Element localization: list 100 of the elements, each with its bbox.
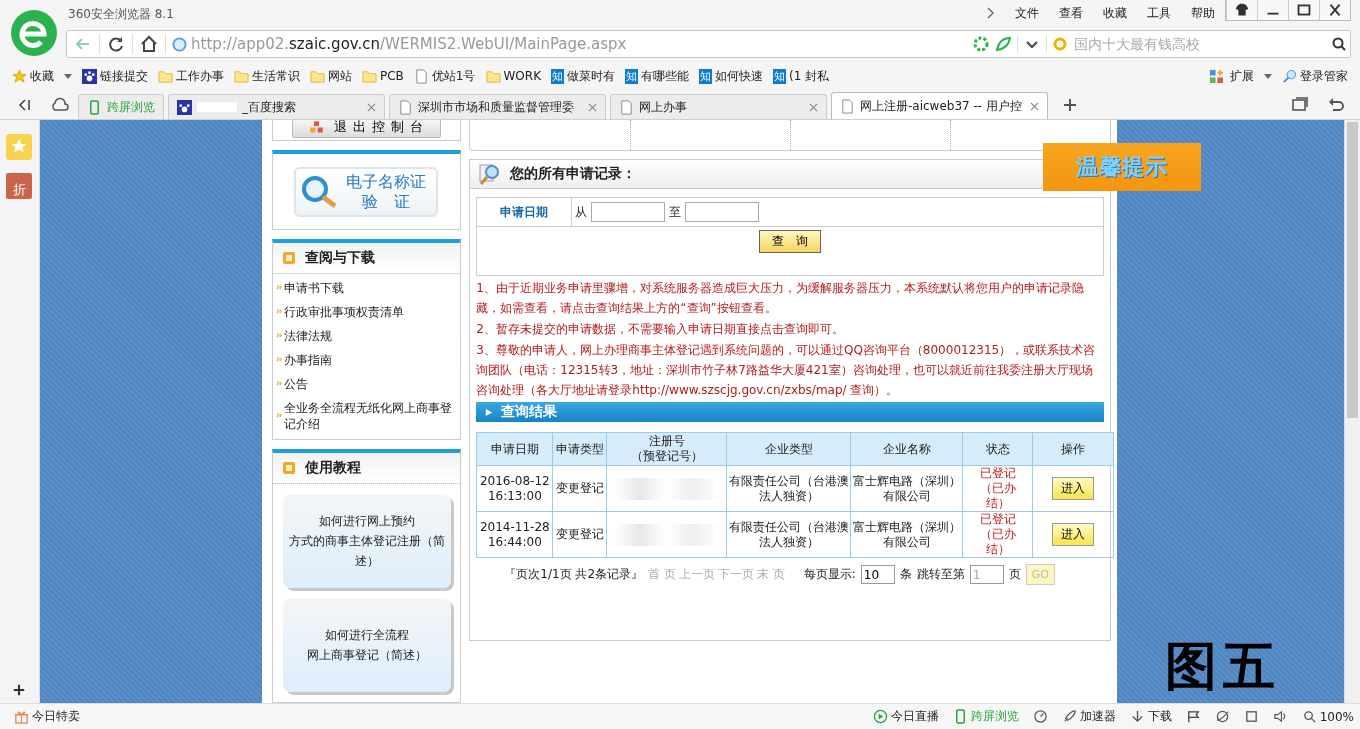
menu-item[interactable]: 收藏 <box>1103 5 1127 22</box>
folder-icon <box>310 68 325 84</box>
bookmark-item[interactable]: 收藏 <box>8 67 58 85</box>
triangle-icon <box>484 407 494 417</box>
sidebar-link[interactable]: 办事指南 <box>283 351 332 368</box>
extensions-icon[interactable] <box>1209 68 1224 84</box>
zhi-badge-icon: 知 <box>551 68 565 84</box>
bookmark-item[interactable]: PCB <box>358 68 408 84</box>
bookmark-item[interactable]: 网站 <box>306 67 356 85</box>
browser-tab[interactable]: 网上办事 <box>610 94 827 119</box>
menu-item[interactable]: 工具 <box>1147 5 1171 22</box>
menu-item[interactable]: 帮助 <box>1191 5 1215 22</box>
table-cell: 富士辉电路（深圳）有限公司 <box>850 511 963 558</box>
add-icon[interactable] <box>12 683 27 697</box>
sidebar-link[interactable]: 申请书下载 <box>283 279 344 296</box>
menu-item[interactable]: 查看 <box>1059 5 1083 22</box>
bookmark-item[interactable]: 知 (1 封私 <box>769 67 834 85</box>
name-certificate-button[interactable]: 电子名称证 验 证 <box>294 166 439 217</box>
bookmark-label: WORK <box>503 69 542 83</box>
status-item[interactable]: 加速器 <box>1061 708 1116 725</box>
browser-tab[interactable]: 深圳市市场和质量监督管理委 <box>389 94 606 119</box>
to-label: 至 <box>669 203 682 221</box>
status-item[interactable]: 100% <box>1301 709 1354 724</box>
table-cell: 2014-11-28 16:44:00 <box>476 511 553 558</box>
close-tab-icon[interactable] <box>588 102 597 112</box>
bookmark-item[interactable]: 知 如何快速 <box>695 67 768 85</box>
bookmark-label: 收藏 <box>30 67 54 85</box>
discount-bag-icon[interactable]: 折 <box>6 173 33 199</box>
caret-icon[interactable] <box>63 71 73 81</box>
section-icon <box>282 251 295 264</box>
per-page-label: 每页显示: <box>803 566 856 583</box>
browser-tab[interactable]: _百度搜索 <box>168 94 385 119</box>
bookmark-label: (1 封私 <box>789 67 830 85</box>
tab-title: 深圳市市场和质量监督管理委 <box>418 98 575 116</box>
table-cell: 有限责任公司（台港澳法人独资） <box>726 511 851 558</box>
status-label: 100% <box>1319 709 1354 724</box>
column-header: 状态 <box>984 441 1011 457</box>
play-icon <box>872 709 888 724</box>
extensions-menu[interactable]: 扩展 <box>1226 67 1258 85</box>
logout-button[interactable]: 退 出 控 制 台 <box>291 120 442 139</box>
end-date-field[interactable] <box>685 202 760 222</box>
bullet-icon <box>275 284 283 292</box>
records-title: 您的所有申请记录： <box>510 165 637 183</box>
tutorial-card[interactable]: 如何进行全流程 网上商事登记（简述） <box>282 598 451 692</box>
flag-icon[interactable] <box>1185 709 1201 724</box>
enter-button[interactable]: 进入 <box>1052 477 1095 500</box>
bullet-icon <box>275 356 283 364</box>
globe-icon[interactable] <box>1214 709 1230 724</box>
daily-deals-link[interactable]: 今日特卖 <box>14 708 80 725</box>
bookmark-item[interactable]: 知 有哪些能 <box>621 67 694 85</box>
bookmark-item[interactable]: 链接提交 <box>78 67 152 85</box>
window-icon[interactable] <box>1243 709 1259 724</box>
chevron-icon[interactable] <box>985 6 995 20</box>
sidebar-link[interactable]: 行政审批事项权责清单 <box>283 303 404 320</box>
close-tab-icon[interactable] <box>367 102 376 112</box>
gauge-icon[interactable] <box>1032 709 1048 724</box>
status-item[interactable]: 下载 <box>1129 708 1172 725</box>
page-icon <box>398 99 413 115</box>
password-manager-link[interactable]: 登录管家 <box>1278 67 1352 85</box>
notice-text: 3、尊敬的申请人，网上办理商事主体登记遇到系统问题的，可以通过QQ咨询平台（8000012315），或联系技术咨询团队（电话：12315转3，地址：深圳市竹子林7路益华大厦421室）咨询处理，也可以就近前往我委注册大厅现场咨询处理（各大厅地址请登录http://www.szscjg.gov.cn/zxbs/map/ 查询）。 <box>476 342 1097 399</box>
window-title: 360安全浏览器 8.1 <box>68 6 174 23</box>
bookmark-item[interactable]: WORK <box>481 68 546 84</box>
bookmark-item[interactable]: 生活常识 <box>230 67 304 85</box>
caret-icon[interactable] <box>1263 71 1273 81</box>
column-header: 申请类型 <box>554 441 605 457</box>
annotation-text: 图五 <box>1165 634 1281 698</box>
bookmark-item[interactable]: 优站1号 <box>409 67 480 85</box>
browser-tab[interactable]: 网上注册-aicweb37 -- 用户控 <box>831 92 1048 119</box>
close-tab-icon[interactable] <box>1030 101 1039 111</box>
tab-title: 网上注册-aicweb37 -- 用户控 <box>860 97 1023 115</box>
menu-item[interactable]: 文件 <box>1015 5 1039 22</box>
query-button[interactable]: 查 询 <box>759 230 822 253</box>
notice-text: 2、暂存未提交的申请数据，不需要输入申请日期直接点击查询即可。 <box>476 321 845 338</box>
status-cell: 已登记（已办结） <box>962 511 1033 558</box>
scrollbar[interactable] <box>1344 120 1360 703</box>
folder-icon <box>158 68 173 84</box>
page-icon <box>840 98 855 114</box>
tutorial-card[interactable]: 如何进行网上预约 方式的商事主体登记注册（简述） <box>282 494 451 588</box>
bookmark-label: 网站 <box>328 67 352 85</box>
status-item[interactable]: 今日直播 <box>872 708 939 725</box>
sidebar-link[interactable]: 公告 <box>283 375 308 392</box>
close-tab-icon[interactable] <box>809 102 818 112</box>
card-text: 如何进行网上预约 <box>318 513 415 530</box>
date-label: 申请日期 <box>477 198 573 226</box>
card-text: 网上商事登记（简述） <box>306 647 427 664</box>
enter-button[interactable]: 进入 <box>1052 523 1095 546</box>
section-icon <box>282 462 295 474</box>
bookmark-item[interactable]: 知 做菜时有 <box>547 67 620 85</box>
start-date-field[interactable] <box>591 202 666 222</box>
card-text: 方式的商事主体登记注册（简述） <box>287 533 446 570</box>
bullet-icon <box>275 412 283 420</box>
table-cell: 变更登记 <box>552 511 607 558</box>
sidebar-link[interactable]: 法律法规 <box>283 327 332 344</box>
status-label: 加速器 <box>1079 708 1116 725</box>
speaker-icon[interactable] <box>1272 709 1288 724</box>
sidebar-link[interactable]: 全业务全流程无纸化网上商事登记介绍 <box>283 399 458 432</box>
bookmark-item[interactable]: 工作办事 <box>154 67 228 85</box>
per-page-field[interactable]: 10 <box>860 565 895 584</box>
zhi-badge-icon: 知 <box>625 68 639 84</box>
column-header: 企业名称 <box>881 441 932 457</box>
